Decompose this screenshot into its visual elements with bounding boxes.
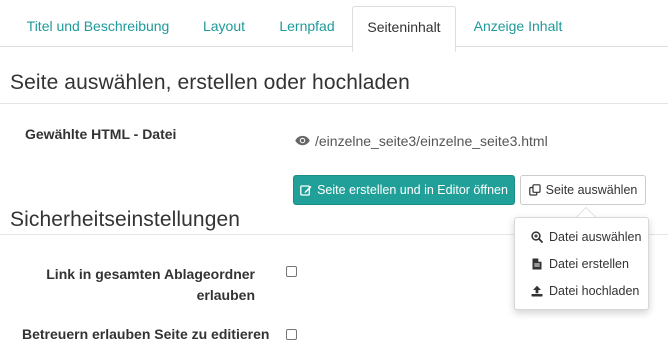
dropdown-item-datei-hochladen[interactable]: Datei hochladen (531, 284, 639, 298)
file-path: /einzelne_seite3/einzelne_seite3.html (295, 133, 548, 149)
create-page-label: Seite erstellen und in Editor öffnen (317, 183, 508, 197)
tab-bar: Titel und Beschreibung Layout Lernpfad S… (0, 0, 668, 52)
create-page-button[interactable]: Seite erstellen und in Editor öffnen (293, 175, 515, 205)
upload-icon (531, 285, 543, 297)
eye-icon (295, 133, 315, 149)
dropdown-caret-fill (577, 208, 595, 217)
tab-layout[interactable]: Layout (190, 0, 258, 46)
page-section-heading: Seite auswählen, erstellen oder hochlade… (10, 71, 410, 94)
copy-icon (528, 184, 541, 196)
file-icon (531, 258, 543, 270)
tab-anzeige-inhalt[interactable]: Anzeige Inhalt (462, 0, 574, 46)
file-path-text: /einzelne_seite3/einzelne_seite3.html (315, 133, 548, 149)
select-page-label: Seite auswählen (545, 183, 638, 197)
tab-lernpfad[interactable]: Lernpfad (266, 0, 348, 46)
edit-icon (300, 184, 312, 196)
security-section-heading: Sicherheitseinstellungen (10, 208, 241, 231)
dropdown-item-datei-auswaehlen[interactable]: Datei auswählen (531, 230, 641, 244)
search-plus-icon (531, 231, 543, 243)
select-page-button[interactable]: Seite auswählen (520, 175, 646, 205)
option-link-ablageordner-checkbox[interactable] (286, 266, 297, 277)
option-betreuer-edit-label: Betreuern erlauben Seite zu editieren (22, 326, 270, 342)
file-label: Gewählte HTML - Datei (25, 126, 177, 142)
tab-titel-und-beschreibung[interactable]: Titel und Beschreibung (14, 0, 182, 46)
dropdown-item-datei-erstellen[interactable]: Datei erstellen (531, 257, 629, 271)
section-divider (0, 103, 668, 104)
select-page-dropdown: Datei auswählen Datei erstellen Datei ho… (514, 217, 649, 310)
tab-seiteninhalt[interactable]: Seiteninhalt (352, 6, 456, 52)
option-link-ablageordner-label: Link in gesamten Ablageordner erlauben (46, 266, 255, 303)
option-betreuer-edit-checkbox[interactable] (286, 329, 297, 340)
